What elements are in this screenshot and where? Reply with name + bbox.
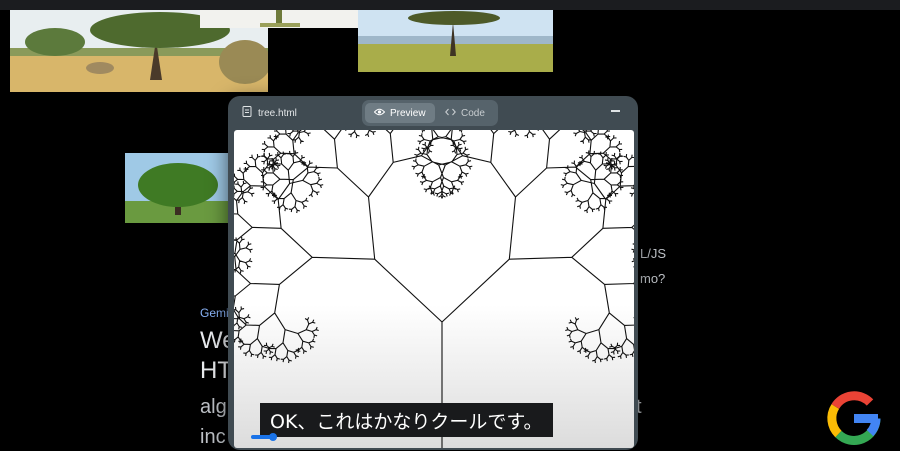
minimize-icon (610, 110, 620, 112)
subtitle-caption: OK、これはかなりクールです。 (260, 403, 553, 437)
preview-window: tree.html Preview Code (228, 96, 638, 450)
progress-indicator (251, 428, 279, 441)
background-body-line-1: alg (200, 396, 227, 418)
tab-preview-label: Preview (390, 107, 426, 119)
gemini-label: Gemi (200, 306, 229, 320)
background-body-line-2: inc (200, 426, 226, 448)
minimize-button[interactable] (606, 102, 624, 120)
tree-photo-strip (200, 10, 360, 28)
file-name-text: tree.html (258, 107, 297, 119)
view-toggle: Preview Code (362, 100, 498, 126)
acacia-tree-photo (358, 10, 553, 72)
fractal-tree-drawing (234, 130, 634, 448)
google-logo (826, 390, 882, 446)
tab-code-label: Code (461, 107, 485, 119)
file-name-label: tree.html (242, 106, 297, 120)
background-fragment-1: L/JS (640, 246, 667, 261)
window-header: tree.html Preview Code (228, 96, 638, 130)
tab-preview[interactable]: Preview (365, 103, 435, 123)
background-fragment-2: mo? (640, 271, 666, 286)
top-bar (0, 0, 900, 10)
eye-icon (373, 108, 386, 119)
code-icon (445, 108, 456, 119)
file-icon (242, 106, 252, 120)
fractal-branches (234, 130, 634, 448)
oak-tree-photo (125, 153, 235, 223)
tab-code[interactable]: Code (436, 103, 494, 123)
preview-canvas (234, 130, 634, 448)
